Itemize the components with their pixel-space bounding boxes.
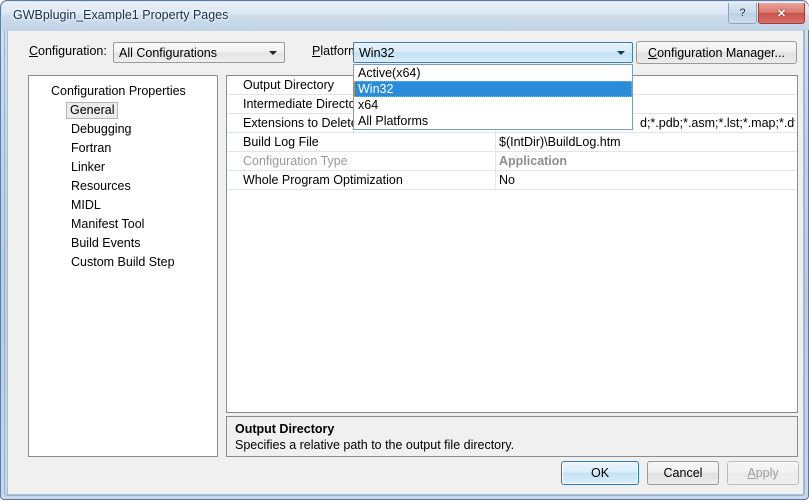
platform-combobox[interactable]: Win32 [353,42,633,63]
tree-node-label: Manifest Tool [71,217,145,231]
configuration-label-rest: onfiguration: [38,44,107,58]
column-divider [495,171,496,189]
title-bar[interactable]: GWBplugin_Example1 Property Pages ? ✕ [2,2,809,30]
help-icon[interactable]: ? [728,3,757,24]
table-row[interactable]: Build Log File $(IntDir)\BuildLog.htm [227,133,797,152]
apply-button-label: Apply [747,466,779,480]
tree-node-label: Build Events [71,236,141,250]
tree-node-linker[interactable]: Linker [29,158,217,177]
chevron-down-icon [617,50,625,55]
tree-node-label: MIDL [71,198,101,212]
platform-combobox-value: Win32 [359,45,395,60]
column-divider [495,133,496,151]
tree-node-label: Fortran [71,141,112,155]
property-pages-window: GWBplugin_Example1 Property Pages ? ✕ Co… [0,0,809,500]
description-text: Specifies a relative path to the output … [235,438,515,452]
configuration-manager-label: Configuration Manager... [648,45,785,60]
tree-node-fortran[interactable]: Fortran [29,139,217,158]
chevron-down-icon [269,50,277,55]
tree-node-manifest-tool[interactable]: Manifest Tool [29,215,217,234]
configuration-label: Configuration: [29,44,107,58]
property-value[interactable]: $(IntDir)\BuildLog.htm [499,133,795,152]
apply-button: Apply [727,461,799,485]
tree-node-resources[interactable]: Resources [29,177,217,196]
tree-node-label: Debugging [71,122,132,136]
table-row[interactable]: Configuration Type Application [227,152,797,171]
tree-node-label: General [66,102,119,119]
tree-node-build-events[interactable]: Build Events [29,234,217,253]
window-title: GWBplugin_Example1 Property Pages [13,8,229,22]
platform-dropdown-list[interactable]: Active(x64) Win32 x64 All Platforms [353,64,633,130]
configuration-combobox-value: All Configurations [119,45,217,60]
table-row[interactable]: Whole Program Optimization No [227,171,797,190]
configuration-tree-panel[interactable]: Configuration Properties General Debuggi… [28,75,218,457]
tree-node-label: Linker [71,160,106,174]
ok-button[interactable]: OK [561,461,639,485]
dropdown-option-all-platforms[interactable]: All Platforms [354,113,632,129]
property-value[interactable]: No [499,171,795,190]
tree-node-label: Custom Build Step [71,255,175,269]
tree-node-debugging[interactable]: Debugging [29,120,217,139]
dropdown-option-x64[interactable]: x64 [354,97,632,113]
dialog-client-area: Configuration: All Configurations Platfo… [7,30,804,495]
description-panel: Output Directory Specifies a relative pa… [226,416,798,457]
tree-node-custom-build-step[interactable]: Custom Build Step [29,253,217,272]
column-divider [495,152,496,170]
caption-button-group: ? ✕ [728,3,805,24]
tree-node-label: Resources [71,179,131,193]
ok-button-label: OK [590,466,610,480]
tree-node-root[interactable]: Configuration Properties [29,82,217,101]
configuration-combobox[interactable]: All Configurations [113,42,285,63]
tree-node-general[interactable]: General [29,101,217,120]
tree-node-midl[interactable]: MIDL [29,196,217,215]
configuration-tree: Configuration Properties General Debuggi… [29,76,217,272]
close-icon[interactable]: ✕ [758,3,805,24]
configuration-manager-button[interactable]: Configuration Manager... [636,41,797,64]
property-name: Build Log File [243,135,319,149]
property-value[interactable]: d;*.pdb;*.asm;*.lst;*.map;*.dyn;* [640,114,795,133]
cancel-button[interactable]: Cancel [647,461,719,485]
dropdown-option-win32[interactable]: Win32 [354,81,632,97]
property-value: Application [499,154,568,168]
property-name: Configuration Type [243,154,348,168]
cancel-button-label: Cancel [663,466,703,480]
dropdown-option-active-x64[interactable]: Active(x64) [354,65,632,81]
property-name: Whole Program Optimization [243,173,403,187]
description-title: Output Directory [235,422,335,436]
